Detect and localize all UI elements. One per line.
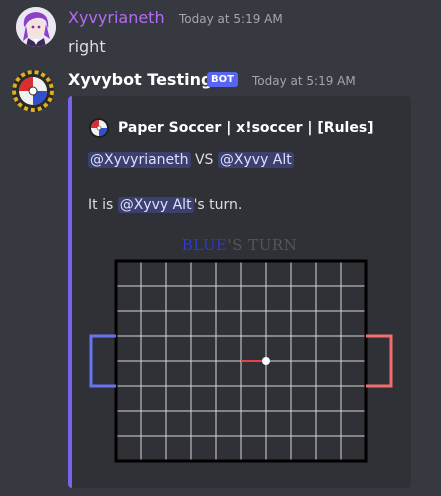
ball <box>262 357 270 365</box>
user-avatar[interactable] <box>16 7 56 47</box>
players-line: @Xyvyrianeth VS @Xyvy Alt <box>88 149 294 171</box>
vs-text: VS <box>190 152 218 168</box>
red-goal <box>366 334 393 388</box>
mention-player-1[interactable]: @Xyvyrianeth <box>88 152 191 168</box>
bot-username[interactable]: Xyvybot Testing <box>68 70 212 89</box>
bot-tag: BOT <box>207 72 238 87</box>
embed-accent-bar <box>68 96 72 488</box>
turn-suffix: 's turn. <box>193 197 243 213</box>
paper-soccer-board <box>89 259 393 463</box>
soccer-ball-icon <box>89 118 109 138</box>
message-text: right <box>68 37 106 56</box>
embed-author[interactable]: Paper Soccer | x!soccer | [Rules] <box>118 118 374 138</box>
embed: Paper Soccer | x!soccer | [Rules] @Xyvyr… <box>68 96 411 488</box>
bot-avatar[interactable] <box>12 70 54 112</box>
turn-title-blue: BLUE <box>181 236 228 254</box>
turn-prefix: It is <box>88 197 118 213</box>
mention-player-2[interactable]: @Xyvy Alt <box>217 152 294 168</box>
board-turn-title: BLUE'S TURN <box>68 236 411 254</box>
timestamp: Today at 5:19 AM <box>252 74 356 88</box>
turn-title-rest: 'S TURN <box>227 236 298 254</box>
blue-goal <box>89 334 116 388</box>
username[interactable]: Xyvyrianeth <box>68 8 165 27</box>
turn-line: It is @Xyvy Alt's turn. <box>88 194 242 216</box>
mention-current-player[interactable]: @Xyvy Alt <box>117 197 194 213</box>
timestamp: Today at 5:19 AM <box>179 12 283 26</box>
